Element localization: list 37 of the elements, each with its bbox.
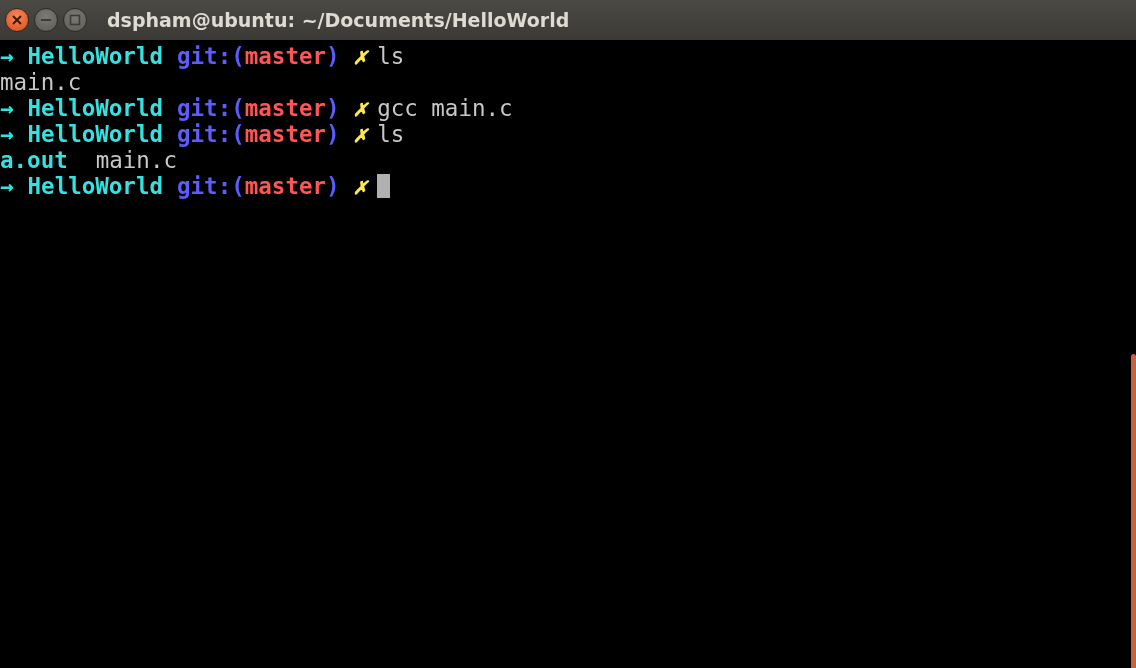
directory-name: HelloWorld xyxy=(27,95,163,121)
scrollbar-thumb[interactable] xyxy=(1131,354,1136,668)
dirty-mark: ✗ xyxy=(353,95,368,121)
dirty-mark: ✗ xyxy=(353,173,368,199)
dirty-mark: ✗ xyxy=(353,43,368,69)
git-paren: ) xyxy=(326,173,340,199)
branch-name: master xyxy=(244,121,327,147)
prompt-arrow: → xyxy=(0,173,14,199)
prompt-arrow: → xyxy=(0,43,14,69)
file-name: a.out xyxy=(0,147,68,173)
minimize-button[interactable] xyxy=(34,8,58,32)
branch-name: master xyxy=(244,43,327,69)
file-name: main.c xyxy=(95,147,177,173)
git-paren: ) xyxy=(326,95,340,121)
prompt-arrow: → xyxy=(0,121,14,147)
maximize-icon xyxy=(69,14,81,26)
command-text: ls xyxy=(377,121,405,147)
close-icon xyxy=(11,14,23,26)
git-label: git:( xyxy=(177,173,245,199)
command-text: ls xyxy=(377,43,405,69)
git-label: git:( xyxy=(177,121,245,147)
window-title: dspham@ubuntu: ~/Documents/HelloWorld xyxy=(107,9,570,31)
git-paren: ) xyxy=(326,121,340,147)
directory-name: HelloWorld xyxy=(27,43,163,69)
directory-name: HelloWorld xyxy=(27,121,163,147)
close-button[interactable] xyxy=(5,8,29,32)
dirty-mark: ✗ xyxy=(353,121,368,147)
command-text: gcc main.c xyxy=(377,95,513,121)
maximize-button[interactable] xyxy=(63,8,87,32)
git-label: git:( xyxy=(177,95,245,121)
branch-name: master xyxy=(244,95,327,121)
file-name: main.c xyxy=(0,69,82,95)
git-label: git:( xyxy=(177,43,245,69)
git-paren: ) xyxy=(326,43,340,69)
branch-name: master xyxy=(244,173,327,199)
prompt-arrow: → xyxy=(0,95,14,121)
directory-name: HelloWorld xyxy=(27,173,163,199)
